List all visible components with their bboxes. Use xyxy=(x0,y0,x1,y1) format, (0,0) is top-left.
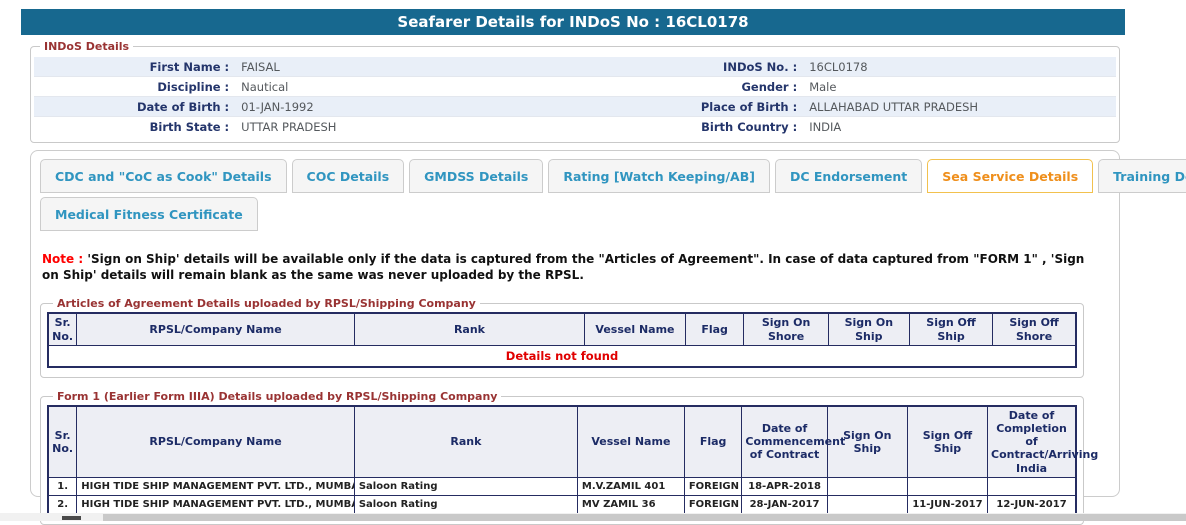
table-cell: HIGH TIDE SHIP MANAGEMENT PVT. LTD., MUM… xyxy=(77,477,355,495)
field-value-place-of-birth: ALLAHABAD UTTAR PRADESH xyxy=(802,97,1116,117)
form1-section: Form 1 (Earlier Form IIIA) Details uploa… xyxy=(40,390,1084,525)
note-text: Note : 'Sign on Ship' details will be av… xyxy=(42,251,1092,283)
table-cell: 28-JAN-2017 xyxy=(742,495,827,514)
column-header: RPSL/Company Name xyxy=(77,313,355,345)
tab-rating-watch-keeping-ab[interactable]: Rating [Watch Keeping/AB] xyxy=(548,159,770,193)
field-value-first-name: FAISAL xyxy=(234,57,645,77)
tab-dc-endorsement[interactable]: DC Endorsement xyxy=(775,159,922,193)
note-prefix: Note : xyxy=(42,252,83,266)
articles-table-legend: Articles of Agreement Details uploaded b… xyxy=(53,297,480,310)
form1-table-legend: Form 1 (Earlier Form IIIA) Details uploa… xyxy=(53,390,501,403)
table-cell xyxy=(827,495,907,514)
column-header: Rank xyxy=(354,313,584,345)
tab-gmdss-details[interactable]: GMDSS Details xyxy=(409,159,543,193)
indos-row: Discipline : Nautical Gender : Male xyxy=(34,77,1116,97)
column-header: Sign Off Ship xyxy=(909,313,992,345)
field-label-place-of-birth: Place of Birth : xyxy=(645,97,802,117)
field-label-discipline: Discipline : xyxy=(34,77,234,97)
table-cell xyxy=(907,477,987,495)
column-header: Rank xyxy=(354,406,577,477)
field-value-birth-state: UTTAR PRADESH xyxy=(234,117,645,137)
field-value-indos-no: 16CL0178 xyxy=(802,57,1116,77)
tab-medical-fitness-certificate[interactable]: Medical Fitness Certificate xyxy=(40,197,258,231)
tab-coc-details[interactable]: COC Details xyxy=(292,159,405,193)
field-label-birth-state: Birth State : xyxy=(34,117,234,137)
column-header: Date of Commencement of Contract xyxy=(742,406,827,477)
field-value-discipline: Nautical xyxy=(234,77,645,97)
articles-table: Sr. No. RPSL/Company Name Rank Vessel Na… xyxy=(47,312,1077,367)
table-cell xyxy=(988,477,1076,495)
table-cell: M.V.ZAMIL 401 xyxy=(577,477,684,495)
field-label-gender: Gender : xyxy=(645,77,802,97)
indos-row: Date of Birth : 01-JAN-1992 Place of Bir… xyxy=(34,97,1116,117)
column-header: Sign On Shore xyxy=(744,313,828,345)
table-cell: FOREIGN xyxy=(684,495,742,514)
field-value-birth-country: INDIA xyxy=(802,117,1116,137)
indos-row: First Name : FAISAL INDoS No. : 16CL0178 xyxy=(34,57,1116,77)
column-header: Vessel Name xyxy=(585,313,686,345)
column-header: Sign Off Ship xyxy=(907,406,987,477)
column-header: Sign Off Shore xyxy=(993,313,1076,345)
column-header: RPSL/Company Name xyxy=(77,406,355,477)
column-header: Sr. No. xyxy=(48,406,77,477)
table-cell: 18-APR-2018 xyxy=(742,477,827,495)
table-cell: 12-JUN-2017 xyxy=(988,495,1076,514)
field-label-date-of-birth: Date of Birth : xyxy=(34,97,234,117)
table-cell: Saloon Rating xyxy=(354,495,577,514)
column-header: Date of Completion of Contract/Arriving … xyxy=(988,406,1076,477)
field-label-birth-country: Birth Country : xyxy=(645,117,802,137)
column-header: Flag xyxy=(685,313,744,345)
tab-training-details[interactable]: Training Details xyxy=(1098,159,1186,193)
table-cell xyxy=(827,477,907,495)
table-cell: 1. xyxy=(48,477,77,495)
indos-details-legend: INDoS Details xyxy=(40,40,133,53)
table-cell: 11-JUN-2017 xyxy=(907,495,987,514)
field-value-date-of-birth: 01-JAN-1992 xyxy=(234,97,645,117)
table-cell: Saloon Rating xyxy=(354,477,577,495)
indos-row: Birth State : UTTAR PRADESH Birth Countr… xyxy=(34,117,1116,137)
column-header: Flag xyxy=(684,406,742,477)
field-value-gender: Male xyxy=(802,77,1116,97)
table-cell: MV ZAMIL 36 xyxy=(577,495,684,514)
empty-row: Details not found xyxy=(48,345,1076,367)
form1-table: Sr. No. RPSL/Company Name Rank Vessel Na… xyxy=(47,405,1077,515)
tab-sea-service-details[interactable]: Sea Service Details xyxy=(927,159,1093,193)
table-cell: 2. xyxy=(48,495,77,514)
scrollbar-thumb[interactable] xyxy=(62,516,81,520)
table-row: 1. HIGH TIDE SHIP MANAGEMENT PVT. LTD., … xyxy=(48,477,1076,495)
field-label-indos-no: INDoS No. : xyxy=(645,57,802,77)
table-cell: HIGH TIDE SHIP MANAGEMENT PVT. LTD., MUM… xyxy=(77,495,355,514)
horizontal-scrollbar-track[interactable] xyxy=(103,514,1186,521)
articles-of-agreement-section: Articles of Agreement Details uploaded b… xyxy=(40,297,1084,377)
tabs-row-1: CDC and "CoC as Cook" Details COC Detail… xyxy=(40,159,1109,193)
column-header: Sr. No. xyxy=(48,313,77,345)
column-header: Sign On Ship xyxy=(828,313,909,345)
note-body: 'Sign on Ship' details will be available… xyxy=(42,252,1084,282)
table-cell: FOREIGN xyxy=(684,477,742,495)
tabs-row-2: Medical Fitness Certificate xyxy=(40,197,1109,231)
page-title: Seafarer Details for INDoS No : 16CL0178 xyxy=(21,9,1125,35)
details-not-found-message: Details not found xyxy=(48,345,1076,367)
table-row: 2. HIGH TIDE SHIP MANAGEMENT PVT. LTD., … xyxy=(48,495,1076,514)
form1-header-row: Sr. No. RPSL/Company Name Rank Vessel Na… xyxy=(48,406,1076,477)
indos-details-section: INDoS Details First Name : FAISAL INDoS … xyxy=(30,40,1120,143)
articles-header-row: Sr. No. RPSL/Company Name Rank Vessel Na… xyxy=(48,313,1076,345)
column-header: Vessel Name xyxy=(577,406,684,477)
field-label-first-name: First Name : xyxy=(34,57,234,77)
sea-service-tab-panel: CDC and "CoC as Cook" Details COC Detail… xyxy=(30,150,1120,497)
tab-cdc-coc-as-cook-details[interactable]: CDC and "CoC as Cook" Details xyxy=(40,159,287,193)
